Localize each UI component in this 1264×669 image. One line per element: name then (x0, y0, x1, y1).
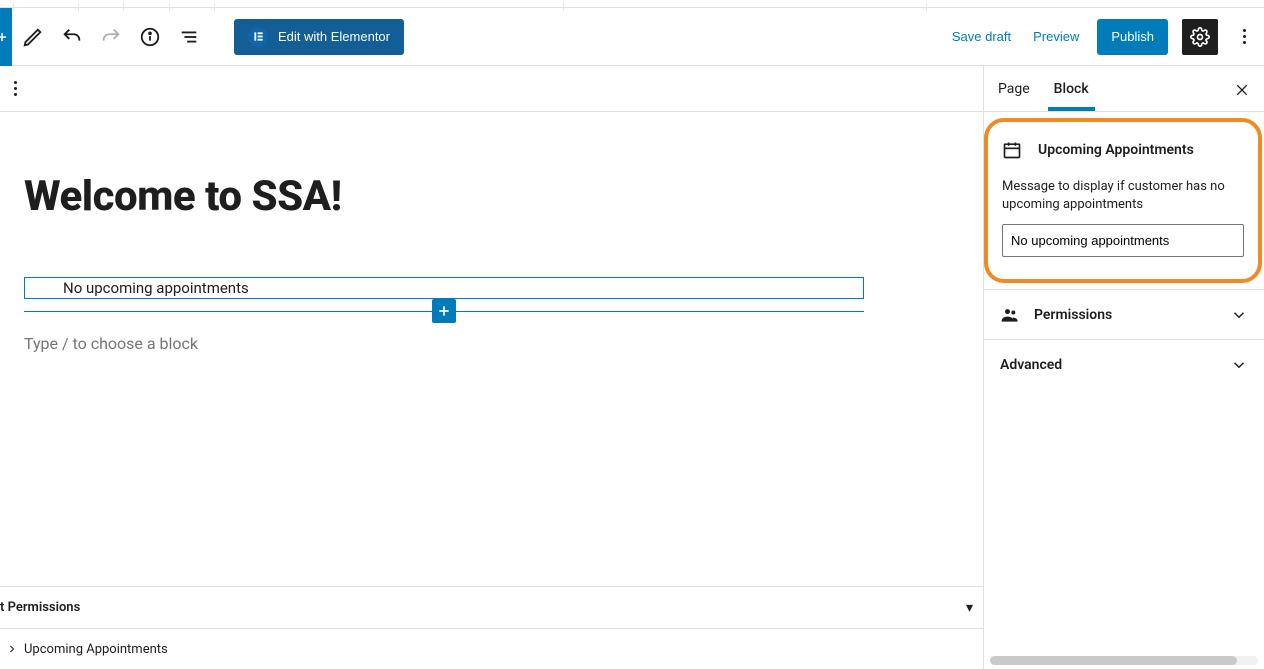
settings-sidebar: Page Block Upcoming Appointments Message… (984, 66, 1264, 669)
edit-pencil-button[interactable] (15, 19, 51, 55)
elementor-label: Edit with Elementor (278, 29, 390, 44)
chevron-down-icon (1230, 356, 1248, 374)
undo-button[interactable] (54, 19, 90, 55)
publish-button[interactable]: Publish (1097, 19, 1168, 55)
editor-subtoolbar (0, 66, 983, 112)
list-outline-icon (178, 26, 200, 48)
users-icon (1000, 305, 1020, 325)
panel-permissions[interactable]: Permissions (984, 289, 1264, 339)
outline-button[interactable] (171, 19, 207, 55)
breadcrumb-permissions-row[interactable]: t Permissions ▾ (0, 587, 983, 629)
block-breadcrumb-panel: t Permissions ▾ Upcoming Appointments (0, 586, 983, 669)
pencil-icon (22, 26, 44, 48)
panel-advanced-label: Advanced (1000, 357, 1062, 373)
message-field-label: Message to display if customer has no up… (1002, 178, 1244, 214)
more-options-button[interactable] (1232, 19, 1256, 55)
save-draft-button[interactable]: Save draft (948, 23, 1015, 50)
info-icon (139, 26, 161, 48)
sidebar-close-button[interactable] (1230, 78, 1254, 102)
editor-toolbar: Edit with Elementor Save draft Preview P… (0, 8, 1264, 66)
sidebar-scrollbar[interactable] (990, 656, 1258, 665)
editor-column: Welcome to SSA! No upcoming appointments… (0, 66, 984, 669)
breadcrumb-upcoming-label: Upcoming Appointments (24, 642, 168, 657)
add-block-button[interactable] (432, 299, 456, 323)
page-title[interactable]: Welcome to SSA! (24, 172, 959, 221)
info-button[interactable] (132, 19, 168, 55)
block-nav-button[interactable] (6, 81, 24, 96)
panel-permissions-label: Permissions (1034, 307, 1112, 323)
block-insertion-line (24, 311, 864, 312)
preview-button[interactable]: Preview (1029, 23, 1083, 50)
wp-logo-button[interactable] (0, 8, 12, 66)
redo-button[interactable] (93, 19, 129, 55)
undo-icon (61, 26, 83, 48)
scrollbar-thumb[interactable] (990, 656, 1237, 665)
kebab-icon (1243, 29, 1246, 44)
close-icon (1234, 82, 1250, 98)
settings-button[interactable] (1182, 19, 1218, 55)
no-appointments-message-input[interactable] (1002, 224, 1244, 257)
breadcrumb-permissions-label: t Permissions (0, 600, 80, 615)
breadcrumb-upcoming-row[interactable]: Upcoming Appointments (0, 629, 983, 669)
slash-prompt[interactable]: Type / to choose a block (24, 334, 864, 353)
chevron-right-icon (6, 643, 18, 655)
panel-advanced[interactable]: Advanced (984, 339, 1264, 389)
block-settings-highlight: Upcoming Appointments Message to display… (984, 118, 1262, 283)
chevron-down-icon: ▾ (966, 600, 973, 616)
elementor-logo-icon (248, 27, 268, 47)
plus-icon (436, 303, 452, 319)
gear-icon (1190, 27, 1210, 47)
sidebar-tabs: Page Block (984, 66, 1264, 112)
block-title: Upcoming Appointments (1038, 142, 1194, 158)
calendar-icon (1002, 140, 1022, 160)
tab-page[interactable]: Page (996, 68, 1032, 110)
tab-block[interactable]: Block (1052, 68, 1091, 110)
redo-icon (100, 26, 122, 48)
chevron-down-icon (1230, 306, 1248, 324)
upcoming-appointments-block[interactable]: No upcoming appointments (24, 277, 864, 299)
elementor-edit-button[interactable]: Edit with Elementor (234, 19, 404, 55)
